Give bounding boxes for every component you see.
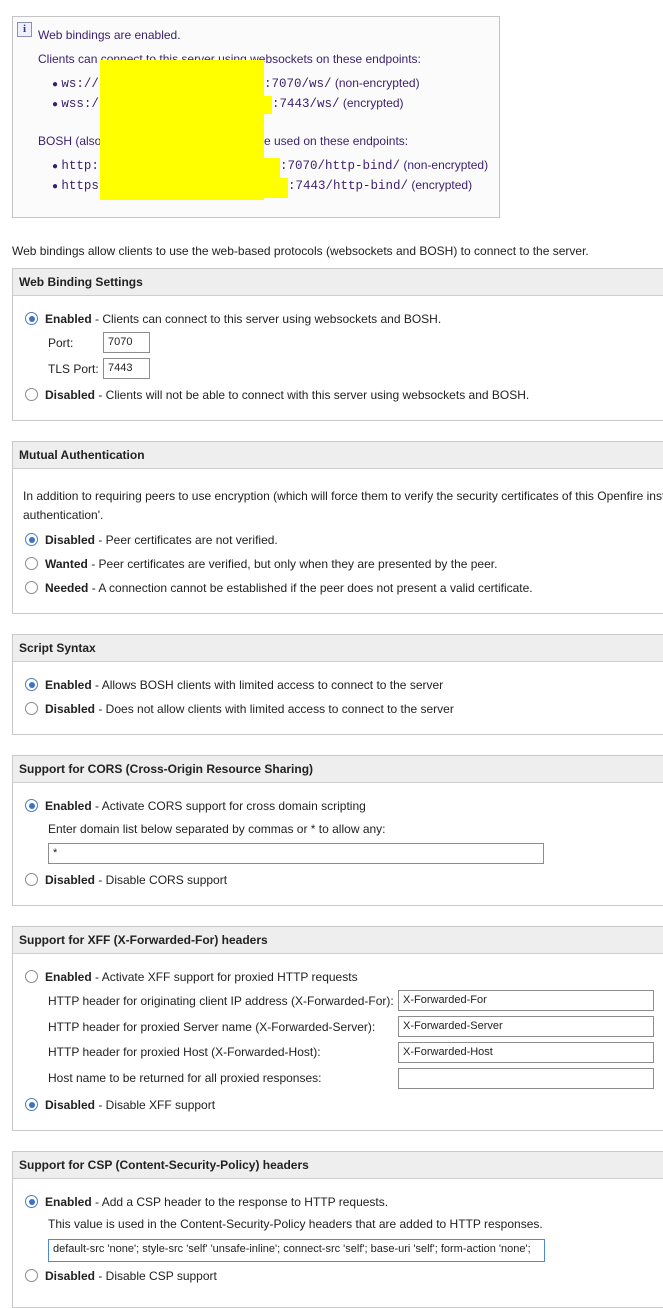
xff-disabled-option[interactable]: Disabled - Disable XFF support [25,1098,215,1112]
script-disabled-option[interactable]: Disabled - Does not allow clients with l… [25,702,454,716]
xff-for-input[interactable]: X-Forwarded-For [398,990,654,1011]
radio-unselected[interactable] [25,581,38,594]
csp-disabled-option[interactable]: Disabled - Disable CSP support [25,1269,217,1283]
radio-unselected[interactable] [25,702,38,715]
section-title: Support for CSP (Content-Security-Policy… [13,1152,663,1179]
redaction-mask [100,60,264,200]
csp-section: Support for CSP (Content-Security-Policy… [12,1151,663,1308]
bosh-endpoint-item: ● https [52,179,99,193]
section-title: Web Binding Settings [13,269,663,296]
xff-server-label: HTTP header for proxied Server name (X-F… [48,1020,376,1034]
xff-host-label: HTTP header for proxied Host (X-Forwarde… [48,1045,321,1059]
radio-selected[interactable] [25,1098,38,1111]
redaction-mask [280,178,288,198]
websocket-endpoint-item: ● wss:/ [52,97,99,111]
cors-domain-input[interactable]: * [48,843,544,864]
radio-selected[interactable] [25,312,38,325]
info-title: Web bindings are enabled. [38,28,181,42]
mutual-description-line: authentication'. [23,508,104,522]
xff-server-input[interactable]: X-Forwarded-Server [398,1016,654,1037]
websocket-endpoint-item: ● ws:// [52,77,99,91]
tls-port-label: TLS Port: [48,362,99,376]
websocket-endpoint-item-suffix: :7443/ws/ (encrypted) [272,96,404,111]
csp-enabled-option[interactable]: Enabled - Add a CSP header to the respon… [25,1195,388,1209]
intro-text: Web bindings allow clients to use the we… [12,244,589,258]
xff-for-label: HTTP header for originating client IP ad… [48,994,394,1008]
radio-selected[interactable] [25,678,38,691]
web-binding-disabled-option[interactable]: Disabled - Clients will not be able to c… [25,388,529,402]
radio-unselected[interactable] [25,388,38,401]
section-title: Script Syntax [13,635,663,662]
section-title: Support for XFF (X-Forwarded-For) header… [13,927,663,954]
cors-section: Support for CORS (Cross-Origin Resource … [12,755,663,906]
xff-hostname-label: Host name to be returned for all proxied… [48,1071,322,1085]
web-binding-settings-section: Web Binding Settings Enabled - Clients c… [12,268,663,421]
bosh-heading-end: e used on these endpoints: [264,134,409,148]
tls-port-input[interactable]: 7443 [103,358,150,379]
mutual-wanted-option[interactable]: Wanted - Peer certificates are verified,… [25,557,497,571]
bosh-heading-start: BOSH (also [38,134,102,148]
radio-unselected[interactable] [25,873,38,886]
radio-selected[interactable] [25,533,38,546]
cors-enabled-option[interactable]: Enabled - Activate CORS support for cros… [25,799,366,813]
section-title: Support for CORS (Cross-Origin Resource … [13,756,663,783]
script-enabled-option[interactable]: Enabled - Allows BOSH clients with limit… [25,678,443,692]
xff-section: Support for XFF (X-Forwarded-For) header… [12,926,663,1131]
redaction-mask [264,158,280,198]
radio-unselected[interactable] [25,1269,38,1282]
bosh-endpoint-item: ● http: [52,159,99,173]
section-title: Mutual Authentication [13,442,663,469]
mutual-disabled-option[interactable]: Disabled - Peer certificates are not ver… [25,533,278,547]
port-label: Port: [48,336,74,350]
xff-host-input[interactable]: X-Forwarded-Host [398,1042,654,1063]
radio-unselected[interactable] [25,970,38,983]
web-binding-enabled-option[interactable]: Enabled - Clients can connect to this se… [25,312,441,326]
port-input[interactable]: 7070 [103,332,150,353]
info-icon: i [17,22,32,37]
redaction-mask [264,96,272,114]
cors-disabled-option[interactable]: Disabled - Disable CORS support [25,873,227,887]
radio-selected[interactable] [25,1195,38,1208]
script-syntax-section: Script Syntax Enabled - Allows BOSH clie… [12,634,663,735]
bosh-endpoint-item-suffix: :7070/http-bind/ (non-encrypted) [280,158,489,173]
websocket-endpoint-item-suffix: :7070/ws/ (non-encrypted) [264,76,420,91]
csp-hint: This value is used in the Content-Securi… [48,1217,543,1231]
mutual-needed-option[interactable]: Needed - A connection cannot be establis… [25,581,533,595]
bosh-endpoint-item-suffix: :7443/http-bind/ (encrypted) [288,178,473,193]
cors-domain-hint: Enter domain list below separated by com… [48,822,386,836]
mutual-authentication-section: Mutual Authentication In addition to req… [12,441,663,614]
xff-hostname-input[interactable] [398,1068,654,1089]
radio-selected[interactable] [25,799,38,812]
mutual-description-line: In addition to requiring peers to use en… [23,489,663,503]
xff-enabled-option[interactable]: Enabled - Activate XFF support for proxi… [25,970,358,984]
radio-unselected[interactable] [25,557,38,570]
csp-value-input[interactable]: default-src 'none'; style-src 'self' 'un… [48,1239,545,1262]
